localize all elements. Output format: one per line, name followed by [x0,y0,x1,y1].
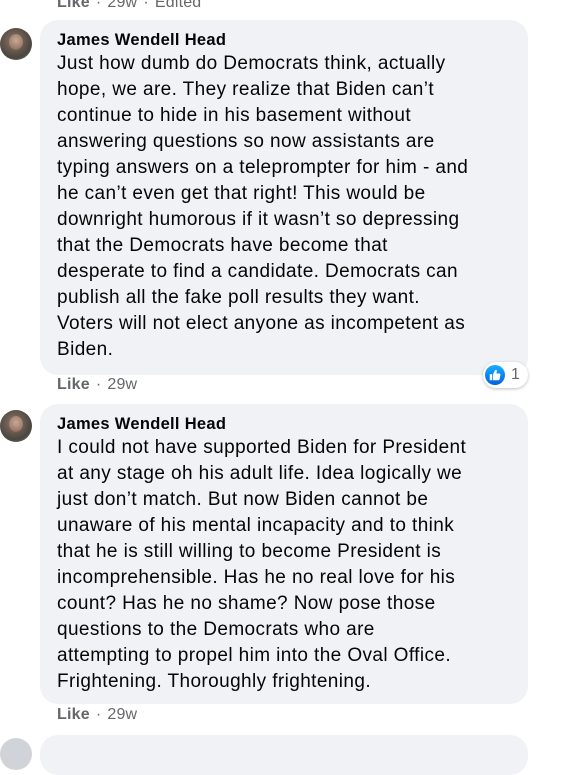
comment-bubble: James Wendell Head Just how dumb do Demo… [40,20,528,375]
comment-text: Just how dumb do Democrats think, actual… [57,53,469,360]
comment-meta: Like · 29w [57,706,137,724]
comment-meta: Like · 29w [57,376,137,394]
comment-bubble [40,735,528,775]
comment-author[interactable]: James Wendell Head [57,413,528,435]
comment-timestamp[interactable]: 29w [107,0,137,12]
previous-comment-meta: Like · 29w · Edited [57,0,201,12]
comment-author[interactable]: James Wendell Head [57,29,528,51]
avatar[interactable] [0,28,32,60]
like-button[interactable]: Like [57,0,90,12]
separator-dot: · [95,706,102,723]
avatar[interactable] [0,410,32,442]
reaction-count: 1 [511,366,520,383]
separator-dot: · [143,0,149,11]
avatar[interactable] [0,738,32,770]
comment-bubble: James Wendell Head I could not have supp… [40,404,528,704]
separator-dot: · [95,376,102,393]
like-button[interactable]: Like [57,376,90,394]
like-button[interactable]: Like [57,706,90,724]
separator-dot: · [95,0,102,11]
edited-label: Edited [154,0,202,11]
comment-text: I could not have supported Biden for Pre… [57,437,467,692]
like-thumb-icon [485,365,505,385]
comment-timestamp[interactable]: 29w [107,376,137,394]
reaction-badge[interactable]: 1 [483,362,528,388]
comment-timestamp[interactable]: 29w [107,706,137,724]
